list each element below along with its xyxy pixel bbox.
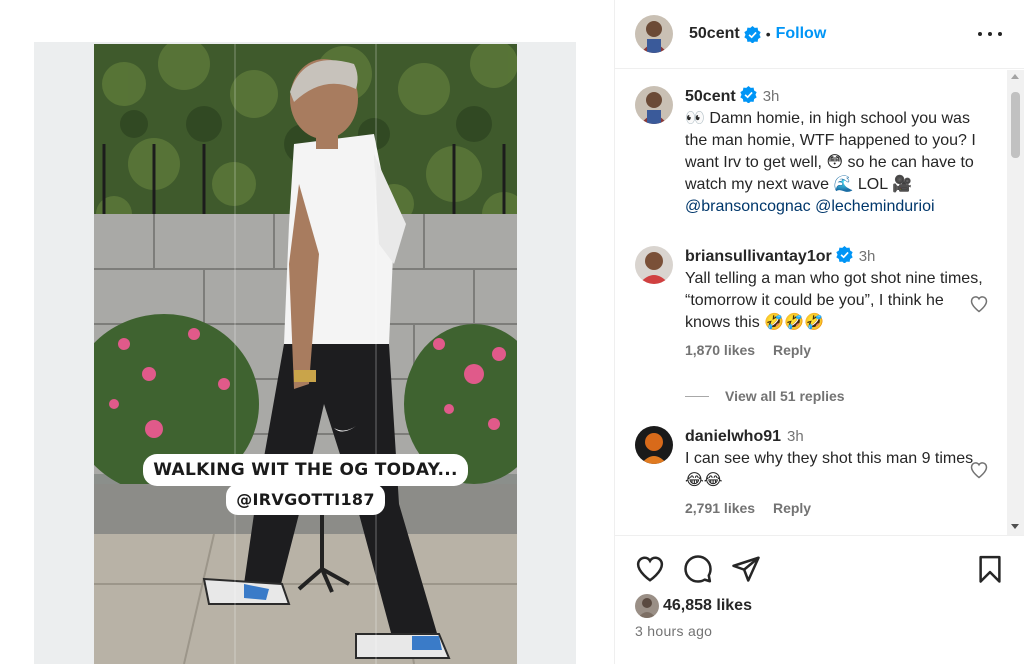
comment-item: danielwho91 3h I can see why they shot th… (635, 426, 988, 516)
post-actions: 46,858 likes 3 hours ago (615, 535, 1024, 664)
caption-overlay-line2: @IRVGOTTI187 (226, 484, 385, 515)
post-header: 50cent • Follow (615, 0, 1024, 69)
liker-avatar (635, 594, 659, 618)
comment-likes[interactable]: 1,870 likes (685, 342, 755, 358)
heart-icon[interactable] (969, 294, 989, 314)
photo-illustration (94, 44, 517, 664)
comment-time: 3h (787, 428, 804, 445)
comment-meta: 2,791 likes Reply (685, 500, 985, 516)
heart-icon[interactable] (635, 554, 665, 584)
comment-icon[interactable] (683, 554, 713, 584)
bookmark-icon[interactable] (975, 554, 1005, 584)
comment-text: Yall telling a man who got shot nine tim… (685, 270, 983, 331)
caption-username[interactable]: 50cent (685, 88, 736, 105)
verified-badge-icon (740, 86, 757, 103)
post-media-area: WALKING WIT THE OG TODAY... @IRVGOTTI187 (0, 0, 614, 664)
scroll-up-arrow-icon[interactable] (1011, 74, 1019, 79)
scroll-thumb[interactable] (1011, 92, 1020, 158)
mention-link[interactable]: @bransoncognac (685, 198, 811, 215)
mention-link[interactable]: @lechemindurioi (815, 198, 934, 215)
likes-count[interactable]: 46,858 likes (663, 597, 752, 615)
post-panel: 50cent • Follow 50cent 3h 👀 Damn homie, i… (614, 0, 1024, 664)
verified-badge-icon (744, 25, 761, 43)
comment-text: I can see why they shot this man 9 times… (685, 450, 974, 489)
caption-time: 3h (762, 88, 780, 105)
comment-username[interactable]: danielwho91 (685, 428, 781, 445)
header-separator: • (765, 26, 771, 42)
avatar[interactable] (635, 426, 673, 464)
comment-item: briansullivantay1or 3h Yall telling a man… (635, 246, 988, 358)
comment-time: 3h (858, 248, 876, 265)
likes-row[interactable]: 46,858 likes (635, 594, 752, 618)
reply-button[interactable]: Reply (773, 500, 811, 516)
divider-line (685, 395, 709, 397)
header-username[interactable]: 50cent (689, 25, 740, 43)
verified-badge-icon (836, 246, 853, 263)
comment-likes[interactable]: 2,791 likes (685, 500, 755, 516)
action-icons (635, 554, 1005, 584)
caption-text: 👀 Damn homie, in high school you was the… (685, 110, 976, 193)
scroll-down-arrow-icon[interactable] (1011, 524, 1019, 529)
reply-button[interactable]: Reply (773, 342, 811, 358)
photo-caption-overlay: WALKING WIT THE OG TODAY... @IRVGOTTI187 (94, 454, 517, 515)
avatar[interactable] (635, 86, 673, 124)
follow-button[interactable]: Follow (776, 25, 827, 43)
comment-body: danielwho91 3h I can see why they shot th… (685, 426, 985, 492)
caption-overlay-line1: WALKING WIT THE OG TODAY... (143, 454, 468, 486)
comments-scrollbar[interactable] (1007, 70, 1024, 535)
post-caption: 50cent 3h 👀 Damn homie, in high school yo… (635, 86, 985, 218)
comment-username[interactable]: briansullivantay1or (685, 248, 832, 265)
share-icon[interactable] (731, 554, 761, 584)
view-replies-label: View all 51 replies (725, 388, 845, 404)
post-photo[interactable]: WALKING WIT THE OG TODAY... @IRVGOTTI187 (94, 44, 517, 664)
comment-meta: 1,870 likes Reply (685, 342, 985, 358)
view-replies-button[interactable]: View all 51 replies (685, 388, 845, 404)
more-horizontal-icon[interactable] (978, 24, 1002, 44)
heart-icon[interactable] (969, 460, 989, 480)
caption-body: 50cent 3h 👀 Damn homie, in high school yo… (685, 86, 985, 218)
avatar[interactable] (635, 246, 673, 284)
avatar[interactable] (635, 15, 673, 53)
comments-list: 50cent 3h 👀 Damn homie, in high school yo… (615, 70, 1015, 535)
post-timestamp[interactable]: 3 hours ago (635, 623, 712, 639)
comment-body: briansullivantay1or 3h Yall telling a man… (685, 246, 985, 334)
